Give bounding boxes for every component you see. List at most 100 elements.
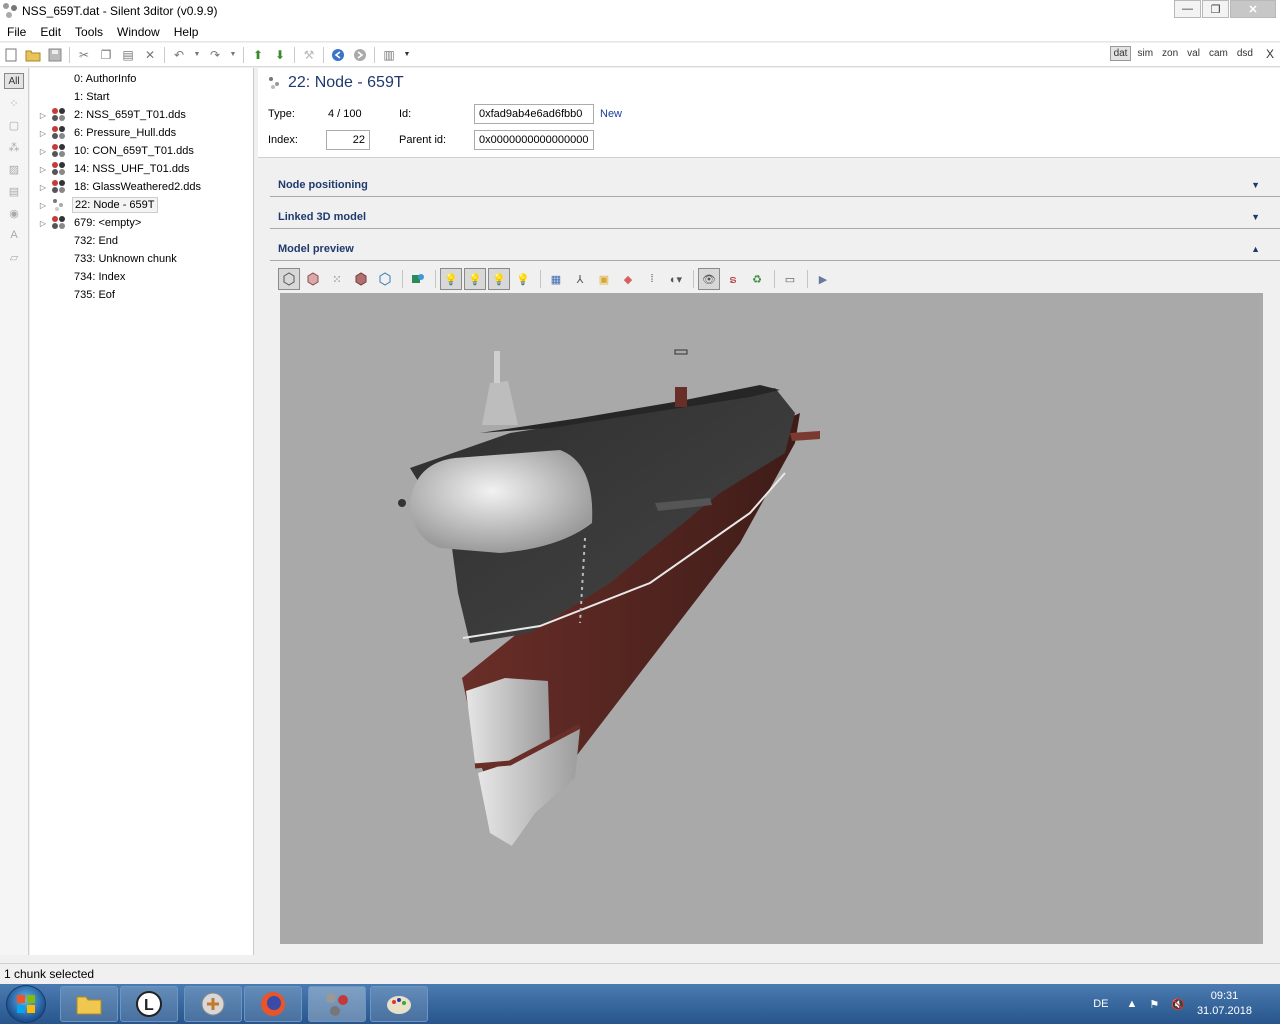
- redo-dropdown-icon[interactable]: ▼: [229, 47, 237, 63]
- menu-tools[interactable]: Tools: [68, 25, 110, 39]
- copy-icon[interactable]: ❐: [98, 47, 114, 63]
- filter-texture-icon[interactable]: ▨: [4, 161, 24, 177]
- normals-icon[interactable]: ⁞: [641, 268, 663, 290]
- close-button[interactable]: ✕: [1230, 0, 1276, 18]
- maximize-button[interactable]: ❐: [1202, 0, 1229, 18]
- camera-icon[interactable]: ▭: [779, 268, 801, 290]
- paste-icon[interactable]: ▤: [120, 47, 136, 63]
- tree-item[interactable]: 735: Eof: [30, 286, 253, 304]
- axes-icon[interactable]: ⅄: [569, 268, 591, 290]
- light-settings-icon[interactable]: 💡: [512, 268, 534, 290]
- tree-item[interactable]: 734: Index: [30, 268, 253, 286]
- clock[interactable]: 09:31 31.07.2018: [1197, 989, 1252, 1019]
- undo-icon[interactable]: ↶: [171, 47, 187, 63]
- material-icon[interactable]: ຣ: [722, 268, 744, 290]
- solid-cube-icon[interactable]: [350, 268, 372, 290]
- filter-material-icon[interactable]: ⁂: [4, 139, 24, 155]
- taskbar-explorer-button[interactable]: [60, 986, 118, 1022]
- shaded-cube-icon[interactable]: [302, 268, 324, 290]
- undo-dropdown-icon[interactable]: ▼: [193, 47, 201, 63]
- move-down-icon[interactable]: ⬇: [272, 47, 288, 63]
- minimize-button[interactable]: —: [1174, 0, 1201, 18]
- redo-icon[interactable]: ↷: [207, 47, 223, 63]
- volume-icon[interactable]: 🔇: [1171, 998, 1185, 1011]
- chevron-up-icon[interactable]: ▲: [1251, 244, 1260, 254]
- plane-icon[interactable]: ◆: [617, 268, 639, 290]
- light-1-icon[interactable]: 💡: [440, 268, 462, 290]
- light-3-icon[interactable]: 💡: [488, 268, 510, 290]
- expand-arrow-icon[interactable]: ▷: [38, 165, 48, 174]
- view-zon-toggle[interactable]: zon: [1159, 47, 1181, 60]
- action-center-icon[interactable]: ⚑: [1149, 998, 1159, 1011]
- index-field[interactable]: 22: [326, 130, 370, 150]
- tree-item[interactable]: 733: Unknown chunk: [30, 250, 253, 268]
- menu-help[interactable]: Help: [167, 25, 206, 39]
- close-document-button[interactable]: X: [1266, 47, 1274, 61]
- taskbar-paint-button[interactable]: [370, 986, 428, 1022]
- linked-3d-model-section[interactable]: Linked 3D model ▼: [270, 205, 1280, 229]
- tree-item[interactable]: ▷ 2: NSS_659T_T01.dds: [30, 106, 253, 124]
- tree-item[interactable]: ▷ 10: CON_659T_T01.dds: [30, 142, 253, 160]
- menu-edit[interactable]: Edit: [33, 25, 68, 39]
- taskbar-silent3ditor-button[interactable]: [308, 986, 366, 1022]
- delete-icon[interactable]: ✕: [142, 47, 158, 63]
- tree-item[interactable]: ▷ 18: GlassWeathered2.dds: [30, 178, 253, 196]
- wireframe-cube-icon[interactable]: [278, 268, 300, 290]
- model-preview-section[interactable]: Model preview ▲: [270, 237, 1280, 261]
- menu-window[interactable]: Window: [110, 25, 167, 39]
- animation-icon[interactable]: ♻: [746, 268, 768, 290]
- id-field[interactable]: 0xfad9ab4e6ad6fbb0: [474, 104, 594, 124]
- taskbar-app-button[interactable]: [184, 986, 242, 1022]
- show-hidden-icons-icon[interactable]: ▲: [1126, 998, 1137, 1010]
- forward-icon[interactable]: [352, 47, 368, 63]
- shading-mode-icon[interactable]: ◐▾: [665, 268, 687, 290]
- vertices-icon[interactable]: ⁙: [326, 268, 348, 290]
- parent-id-field[interactable]: 0x0000000000000000: [474, 130, 594, 150]
- cut-icon[interactable]: ✂: [76, 47, 92, 63]
- view-sim-toggle[interactable]: sim: [1134, 47, 1156, 60]
- texture-icon[interactable]: [407, 268, 429, 290]
- view-cam-toggle[interactable]: cam: [1206, 47, 1231, 60]
- expand-arrow-icon[interactable]: ▷: [38, 147, 48, 156]
- expand-arrow-icon[interactable]: ▷: [38, 111, 48, 120]
- model-viewport[interactable]: [280, 293, 1263, 944]
- new-id-link[interactable]: New: [600, 108, 622, 120]
- filter-all-button[interactable]: All: [4, 73, 24, 89]
- new-file-icon[interactable]: [3, 47, 19, 63]
- language-indicator[interactable]: DE: [1093, 998, 1108, 1010]
- tree-item[interactable]: ▷ 6: Pressure_Hull.dds: [30, 124, 253, 142]
- columns-dropdown-icon[interactable]: ▼: [403, 47, 411, 63]
- expand-arrow-icon[interactable]: ▷: [38, 201, 48, 210]
- menu-file[interactable]: File: [0, 25, 33, 39]
- taskbar-firefox-button[interactable]: [244, 986, 302, 1022]
- expand-arrow-icon[interactable]: ▷: [38, 219, 48, 228]
- view-val-toggle[interactable]: val: [1184, 47, 1203, 60]
- chevron-down-icon[interactable]: ▼: [1251, 212, 1260, 222]
- expand-arrow-icon[interactable]: ▷: [38, 129, 48, 138]
- tool-icon[interactable]: ⚒: [301, 47, 317, 63]
- light-2-icon[interactable]: 💡: [464, 268, 486, 290]
- move-up-icon[interactable]: ⬆: [250, 47, 266, 63]
- tree-item[interactable]: 732: End: [30, 232, 253, 250]
- grid-icon[interactable]: ▦: [545, 268, 567, 290]
- filter-font-icon[interactable]: A: [4, 227, 24, 243]
- tree-item[interactable]: 0: AuthorInfo: [30, 70, 253, 88]
- box-icon[interactable]: ▣: [593, 268, 615, 290]
- filter-sound-icon[interactable]: ◉: [4, 205, 24, 221]
- filter-unknown-icon[interactable]: ▱: [4, 249, 24, 265]
- eye-icon[interactable]: 👁: [698, 268, 720, 290]
- filter-document-icon[interactable]: ▤: [4, 183, 24, 199]
- expand-arrow-icon[interactable]: ▷: [38, 183, 48, 192]
- back-icon[interactable]: [330, 47, 346, 63]
- tree-item[interactable]: 1: Start: [30, 88, 253, 106]
- chevron-down-icon[interactable]: ▼: [1251, 180, 1260, 190]
- save-icon[interactable]: [47, 47, 63, 63]
- bounding-box-icon[interactable]: [374, 268, 396, 290]
- node-positioning-section[interactable]: Node positioning ▼: [270, 173, 1280, 197]
- tree-item[interactable]: ▷ 22: Node - 659T: [30, 196, 253, 214]
- play-icon[interactable]: ▶: [812, 268, 834, 290]
- tree-item[interactable]: ▷ 14: NSS_UHF_T01.dds: [30, 160, 253, 178]
- view-dsd-toggle[interactable]: dsd: [1234, 47, 1256, 60]
- columns-icon[interactable]: ▥: [381, 47, 397, 63]
- filter-model-icon[interactable]: ▢: [4, 117, 24, 133]
